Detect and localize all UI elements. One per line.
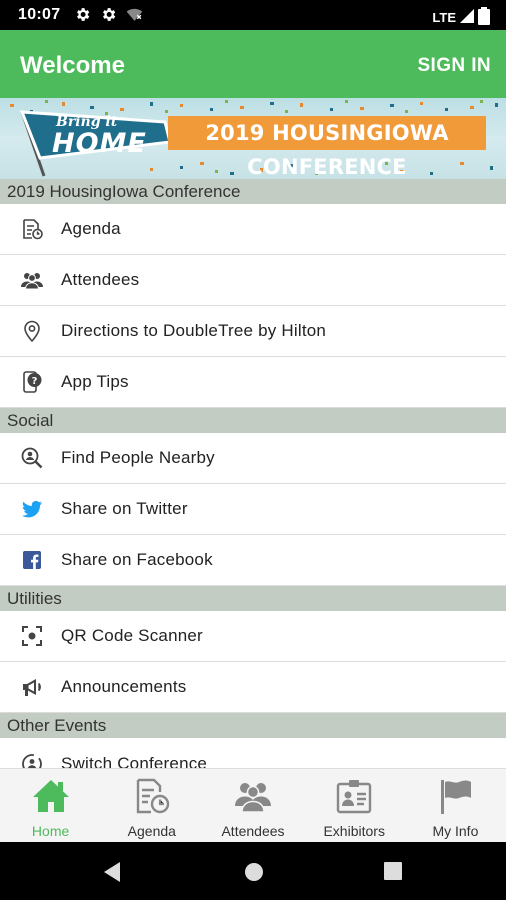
menu-item-share-facebook[interactable]: Share on Facebook [0,535,506,586]
menu-item-switch-conference[interactable]: Switch Conference [0,738,506,768]
system-nav-bar [0,842,506,900]
exhibitors-icon [334,776,374,821]
menu-item-label: Directions to DoubleTree by Hilton [61,321,327,340]
menu-item-label: App Tips [61,372,129,391]
tab-label: Home [31,823,70,839]
bottom-navigation: Home Agenda Attendees Exhibitors My Info [0,768,506,842]
page-title: Welcome [20,52,125,79]
back-icon [104,862,120,882]
attendees-icon [0,268,61,292]
tab-label: Agenda [127,823,176,839]
app-tips-icon: ? [0,370,61,394]
tab-exhibitors[interactable]: Exhibitors [304,769,405,842]
section-header: Social [0,408,506,433]
gear-icon [100,6,117,28]
section-header: Utilities [0,586,506,611]
menu-item-label: Agenda [61,219,121,238]
menu-item-announcements[interactable]: Announcements [0,662,506,713]
menu-item-label: Attendees [61,270,140,289]
wifi-off-icon [126,6,143,28]
back-button[interactable] [102,861,122,888]
menu-item-attendees[interactable]: Attendees [0,255,506,306]
qr-scanner-icon [0,624,61,648]
gear-icon [74,6,91,28]
switch-conference-icon [0,752,61,768]
menu-item-agenda[interactable]: Agenda [0,204,506,255]
menu-item-directions[interactable]: Directions to DoubleTree by Hilton [0,306,506,357]
square-recents-icon [384,862,402,880]
flag-icon [435,776,475,821]
section-header: 2019 HousingIowa Conference [0,179,506,204]
status-bar: 10:07 LTE [0,0,506,30]
signal-icon [460,9,474,26]
svg-text:?: ? [31,376,37,387]
home-system-button[interactable] [243,861,265,888]
menu-item-label: QR Code Scanner [61,626,203,645]
agenda-icon [132,776,172,821]
banner-home-text: HOME [52,128,147,159]
agenda-icon [0,217,61,241]
section-header: Other Events [0,713,506,738]
menu-item-label: Share on Twitter [61,499,188,518]
app-bar: Welcome SIGN IN [0,30,506,98]
tab-label: Exhibitors [323,823,385,839]
tab-label: My Info [432,823,479,839]
menu-item-label: Announcements [61,677,187,696]
menu-item-share-twitter[interactable]: Share on Twitter [0,484,506,535]
status-time: 10:07 [18,6,61,23]
menu-list[interactable]: 2019 HousingIowa Conference Agenda Atten… [0,179,506,768]
tab-label: Attendees [221,823,285,839]
recents-button[interactable] [383,861,403,886]
tab-my-info[interactable]: My Info [405,769,506,842]
sign-in-button[interactable]: SIGN IN [417,55,491,77]
battery-icon [478,7,490,28]
menu-item-label: Share on Facebook [61,550,213,569]
tab-home[interactable]: Home [0,769,101,842]
home-icon [31,776,71,821]
tab-attendees[interactable]: Attendees [202,769,303,842]
attendees-icon [233,776,273,821]
location-pin-icon [0,319,61,343]
network-type: LTE [432,10,456,25]
twitter-icon [0,497,61,521]
facebook-icon [0,548,61,572]
megaphone-icon [0,675,61,699]
menu-item-find-people[interactable]: Find People Nearby [0,433,506,484]
banner-title: 2019 HOUSINGIOWA CONFERENCE [168,116,486,179]
menu-item-label: Find People Nearby [61,448,215,467]
tab-agenda[interactable]: Agenda [101,769,202,842]
circle-home-icon [245,863,263,881]
menu-item-qr-scanner[interactable]: QR Code Scanner [0,611,506,662]
menu-item-label: Switch Conference [61,753,208,769]
conference-banner: Bring it HOME 2019 HOUSINGIOWA CONFERENC… [0,98,506,179]
find-people-icon [0,446,61,470]
menu-item-app-tips[interactable]: ? App Tips [0,357,506,408]
